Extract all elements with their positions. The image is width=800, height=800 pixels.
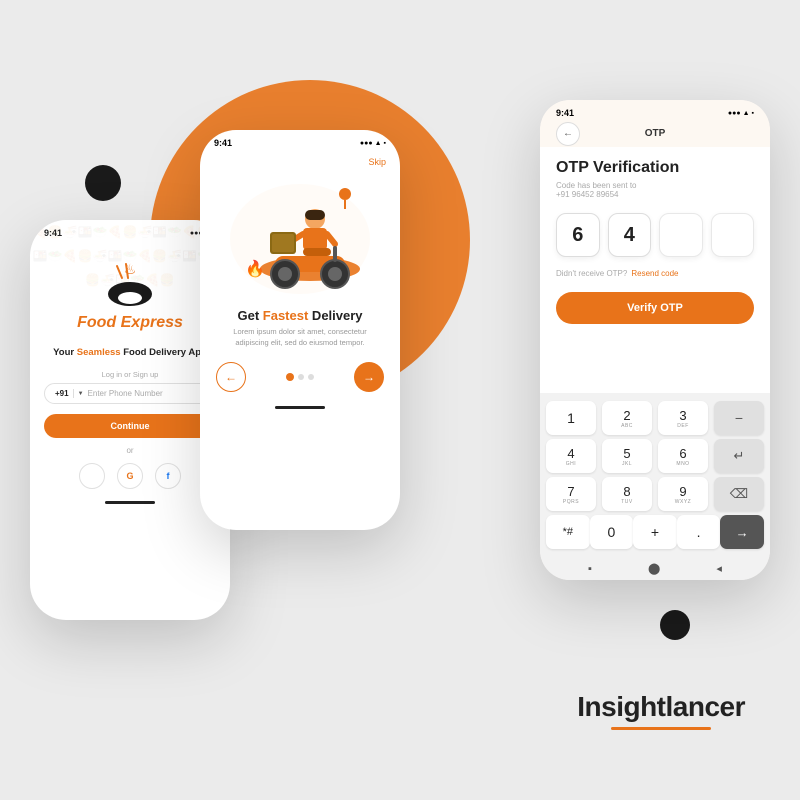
status-icons-3: ●●●▲▪ bbox=[728, 110, 754, 117]
nav-row: ← → bbox=[200, 348, 400, 406]
slide-description: Lorem ipsum dolor sit amet, consectetur … bbox=[216, 327, 384, 348]
phone-otp: 9:41 ●●●▲▪ ← OTP OTP Verification Code h… bbox=[540, 100, 770, 580]
keypad-row-2: 4 GHI 5 JKL 6 MNO ↵ bbox=[546, 439, 764, 473]
brand-name: Insightlancer bbox=[577, 691, 745, 723]
prev-icon: ← bbox=[225, 370, 237, 384]
otp-header-title: OTP bbox=[645, 128, 666, 139]
prev-button[interactable]: ← bbox=[216, 362, 246, 392]
skip-button[interactable]: Skip bbox=[200, 152, 400, 174]
facebook-login-button[interactable]: f bbox=[155, 463, 181, 489]
status-icons-2: ●●●▲▪ bbox=[360, 140, 386, 147]
brand-underline bbox=[611, 727, 712, 730]
key-minus[interactable]: − bbox=[714, 401, 764, 435]
resend-row: Didn't receive OTP? Resend code bbox=[556, 269, 754, 278]
svg-text:🔥: 🔥 bbox=[245, 259, 265, 278]
key-9[interactable]: 9 WXYZ bbox=[658, 477, 708, 511]
otp-content-area: OTP Verification Code has been sent to +… bbox=[540, 147, 770, 393]
otp-digit-1: 6 bbox=[572, 224, 583, 247]
key-8[interactable]: 8 TUV bbox=[602, 477, 652, 511]
otp-main-title: OTP Verification bbox=[556, 159, 754, 177]
key-7[interactable]: 7 PQRS bbox=[546, 477, 596, 511]
pagination-dots bbox=[286, 373, 314, 381]
otp-box-3[interactable] bbox=[659, 213, 703, 257]
dot-2 bbox=[298, 374, 304, 380]
phone-onboarding: 9:41 ●●●▲▪ Skip bbox=[200, 130, 400, 530]
dot-3 bbox=[308, 374, 314, 380]
didnt-receive-text: Didn't receive OTP? bbox=[556, 269, 627, 278]
otp-box-4[interactable] bbox=[711, 213, 755, 257]
time-2: 9:41 bbox=[214, 138, 232, 148]
verify-otp-button[interactable]: Verify OTP bbox=[556, 292, 754, 324]
otp-box-1[interactable]: 6 bbox=[556, 213, 600, 257]
otp-phone-number: +91 96452 89654 bbox=[556, 190, 754, 199]
home-indicator-1 bbox=[105, 501, 155, 504]
next-button[interactable]: → bbox=[354, 362, 384, 392]
phone-input-row[interactable]: +91 ▼ Enter Phone Number bbox=[44, 383, 216, 404]
key-4[interactable]: 4 GHI bbox=[546, 439, 596, 473]
otp-digit-2: 4 bbox=[624, 224, 635, 247]
key-2[interactable]: 2 ABC bbox=[602, 401, 652, 435]
continue-button[interactable]: Continue bbox=[44, 414, 216, 438]
chevron-down-icon: ▼ bbox=[78, 391, 84, 397]
key-0[interactable]: 0 bbox=[590, 515, 634, 549]
status-bar-3: 9:41 ●●●▲▪ bbox=[540, 100, 770, 122]
key-return[interactable]: ↵ bbox=[714, 439, 764, 473]
tagline-highlight: Seamless bbox=[77, 347, 121, 358]
facebook-icon: f bbox=[167, 471, 170, 481]
time-1: 9:41 bbox=[44, 228, 62, 238]
tagline: Your Seamless Food Delivery App bbox=[46, 346, 214, 360]
key-dot[interactable]: . bbox=[677, 515, 721, 549]
google-icon: G bbox=[126, 471, 133, 481]
slide-title-highlight: Fastest bbox=[263, 308, 309, 323]
time-3: 9:41 bbox=[556, 108, 574, 118]
key-backspace[interactable]: ⌫ bbox=[714, 477, 764, 511]
otp-header: ← OTP bbox=[540, 122, 770, 147]
android-nav-bar: ▪ ⬤ ◂ bbox=[540, 557, 770, 580]
food-logo: ♨ bbox=[102, 256, 158, 312]
key-5[interactable]: 5 JKL bbox=[602, 439, 652, 473]
key-6[interactable]: 6 MNO bbox=[658, 439, 708, 473]
otp-boxes: 6 4 bbox=[556, 213, 754, 257]
dot-1 bbox=[286, 373, 294, 381]
nav-square-icon: ▪ bbox=[588, 563, 592, 575]
otp-subtitle-line1: Code has been sent to bbox=[556, 181, 754, 190]
keypad-row-1: 1 2 ABC 3 DEF − bbox=[546, 401, 764, 435]
status-bar-2: 9:41 ●●●▲▪ bbox=[200, 130, 400, 152]
nav-back-icon: ◂ bbox=[716, 562, 722, 575]
back-icon: ← bbox=[563, 128, 573, 139]
apple-login-button[interactable] bbox=[79, 463, 105, 489]
illustration-svg: 🔥 bbox=[215, 174, 385, 304]
keypad-row-4: *# 0 + . → bbox=[546, 515, 764, 549]
home-indicator-2 bbox=[275, 406, 325, 409]
bg-dot-left bbox=[85, 165, 121, 201]
keypad-row-3: 7 PQRS 8 TUV 9 WXYZ ⌫ bbox=[546, 477, 764, 511]
key-1[interactable]: 1 bbox=[546, 401, 596, 435]
resend-code-link[interactable]: Resend code bbox=[631, 269, 678, 278]
tagline-prefix: Your bbox=[53, 347, 77, 358]
delivery-illustration: 🔥 bbox=[215, 174, 385, 304]
slide-title-suffix: Delivery bbox=[308, 308, 362, 323]
skip-label: Skip bbox=[368, 157, 386, 167]
logo-svg: ♨ bbox=[102, 256, 158, 312]
next-icon: → bbox=[363, 370, 375, 384]
brand-area: Insightlancer bbox=[577, 691, 745, 730]
tagline-suffix: Food Delivery App bbox=[121, 347, 207, 358]
country-code: +91 bbox=[55, 389, 74, 398]
key-go[interactable]: → bbox=[720, 515, 764, 549]
keypad: 1 2 ABC 3 DEF − 4 GHI 5 JKL 6 MNO bbox=[540, 393, 770, 557]
back-button[interactable]: ← bbox=[556, 122, 580, 146]
google-login-button[interactable]: G bbox=[117, 463, 143, 489]
bg-dot-right bbox=[660, 610, 690, 640]
key-3[interactable]: 3 DEF bbox=[658, 401, 708, 435]
otp-box-2[interactable]: 4 bbox=[608, 213, 652, 257]
phone-placeholder-text: Enter Phone Number bbox=[88, 389, 163, 398]
key-star-hash[interactable]: *# bbox=[546, 515, 590, 549]
slide-title: Get Fastest Delivery bbox=[200, 308, 400, 323]
nav-home-icon: ⬤ bbox=[648, 562, 660, 575]
key-plus[interactable]: + bbox=[633, 515, 677, 549]
slide-title-prefix: Get bbox=[237, 308, 262, 323]
